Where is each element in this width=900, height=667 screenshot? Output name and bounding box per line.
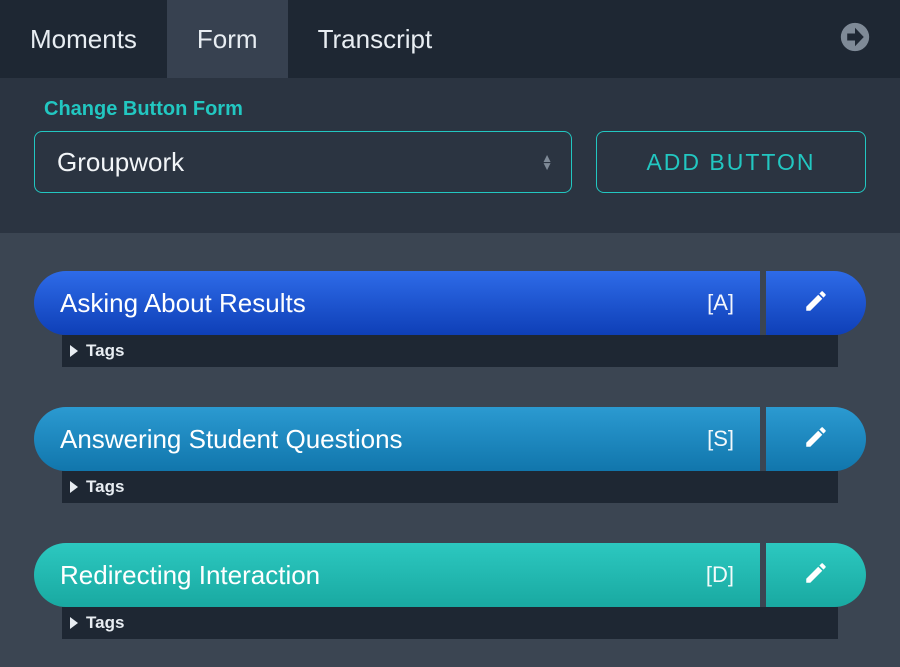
tags-toggle[interactable]: Tags xyxy=(62,607,838,639)
advance-button[interactable] xyxy=(830,0,880,78)
item-button[interactable]: Asking About Results [A] xyxy=(34,271,760,335)
item-label: Answering Student Questions xyxy=(60,424,707,455)
select-caret-icon: ▲▼ xyxy=(541,154,553,170)
tags-toggle[interactable]: Tags xyxy=(62,335,838,367)
item-label: Redirecting Interaction xyxy=(60,560,706,591)
form-panel-label: Change Button Form xyxy=(44,98,866,121)
triangle-right-icon xyxy=(70,345,78,357)
item-edit-button[interactable] xyxy=(766,407,866,471)
pill-row: Asking About Results [A] xyxy=(34,271,866,335)
topbar-spacer xyxy=(462,0,830,78)
item-edit-button[interactable] xyxy=(766,543,866,607)
item-shortcut: [A] xyxy=(707,290,734,316)
pill-row: Answering Student Questions [S] xyxy=(34,407,866,471)
pill-row: Redirecting Interaction [D] xyxy=(34,543,866,607)
tab-transcript[interactable]: Transcript xyxy=(288,0,463,78)
list-item: Redirecting Interaction [D] Tags xyxy=(34,543,866,639)
pencil-icon xyxy=(803,424,829,455)
list-item: Asking About Results [A] Tags xyxy=(34,271,866,367)
tags-toggle[interactable]: Tags xyxy=(62,471,838,503)
item-shortcut: [S] xyxy=(707,426,734,452)
form-panel: Change Button Form Groupwork ▲▼ ADD BUTT… xyxy=(0,78,900,233)
item-button[interactable]: Redirecting Interaction [D] xyxy=(34,543,760,607)
add-button[interactable]: ADD BUTTON xyxy=(596,131,866,193)
item-shortcut: [D] xyxy=(706,562,734,588)
tab-moments[interactable]: Moments xyxy=(0,0,167,78)
arrow-right-circle-icon xyxy=(838,20,872,59)
tab-list: Moments Form Transcript xyxy=(0,0,462,78)
tags-label: Tags xyxy=(86,477,124,497)
tab-form[interactable]: Form xyxy=(167,0,288,78)
form-select-value: Groupwork xyxy=(57,147,184,178)
list-item: Answering Student Questions [S] Tags xyxy=(34,407,866,503)
tags-label: Tags xyxy=(86,341,124,361)
button-list: Asking About Results [A] Tags Answering … xyxy=(0,233,900,639)
form-row: Groupwork ▲▼ ADD BUTTON xyxy=(34,131,866,193)
triangle-right-icon xyxy=(70,617,78,629)
item-label: Asking About Results xyxy=(60,288,707,319)
form-select[interactable]: Groupwork ▲▼ xyxy=(34,131,572,193)
triangle-right-icon xyxy=(70,481,78,493)
top-bar: Moments Form Transcript xyxy=(0,0,900,78)
item-button[interactable]: Answering Student Questions [S] xyxy=(34,407,760,471)
tags-label: Tags xyxy=(86,613,124,633)
pencil-icon xyxy=(803,288,829,319)
pencil-icon xyxy=(803,560,829,591)
item-edit-button[interactable] xyxy=(766,271,866,335)
